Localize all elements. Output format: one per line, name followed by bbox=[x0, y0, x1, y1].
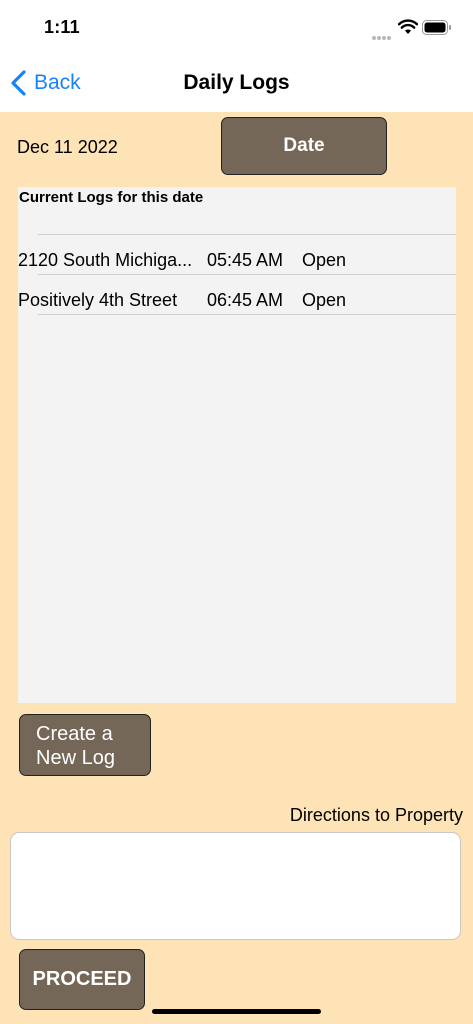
battery-icon bbox=[422, 20, 451, 35]
logs-header: Current Logs for this date bbox=[19, 189, 204, 206]
home-indicator[interactable] bbox=[152, 1009, 321, 1014]
log-status: Open bbox=[302, 290, 347, 310]
log-status: Open bbox=[302, 250, 347, 270]
signal-dots-icon bbox=[372, 27, 396, 40]
directions-text-area[interactable] bbox=[10, 832, 461, 940]
row-separator bbox=[38, 234, 456, 235]
row-separator bbox=[38, 274, 456, 275]
log-name: 2120 South Michiga... bbox=[18, 250, 193, 270]
status-time: 1:11 bbox=[44, 17, 80, 37]
log-time: 05:45 AM bbox=[207, 250, 284, 270]
create-button-line1: Create a bbox=[36, 723, 113, 745]
create-new-log-button[interactable]: Create a New Log bbox=[19, 714, 151, 776]
page-title: Daily Logs bbox=[183, 71, 290, 94]
proceed-button[interactable]: PROCEED bbox=[19, 949, 145, 1010]
navigation-bar: Back Daily Logs bbox=[0, 56, 473, 112]
log-time: 06:45 AM bbox=[207, 290, 284, 310]
logs-table[interactable]: Current Logs for this date 2120 South Mi… bbox=[18, 187, 456, 703]
selected-date-label: Dec 11 2022 bbox=[17, 137, 118, 157]
wifi-icon bbox=[398, 19, 418, 34]
date-button[interactable]: Date bbox=[221, 117, 387, 175]
log-name: Positively 4th Street bbox=[18, 290, 178, 310]
row-separator bbox=[38, 314, 456, 315]
directions-label: Directions to Property bbox=[289, 805, 463, 825]
status-bar: 1:11 bbox=[0, 0, 473, 56]
create-button-line2: New Log bbox=[36, 747, 115, 769]
